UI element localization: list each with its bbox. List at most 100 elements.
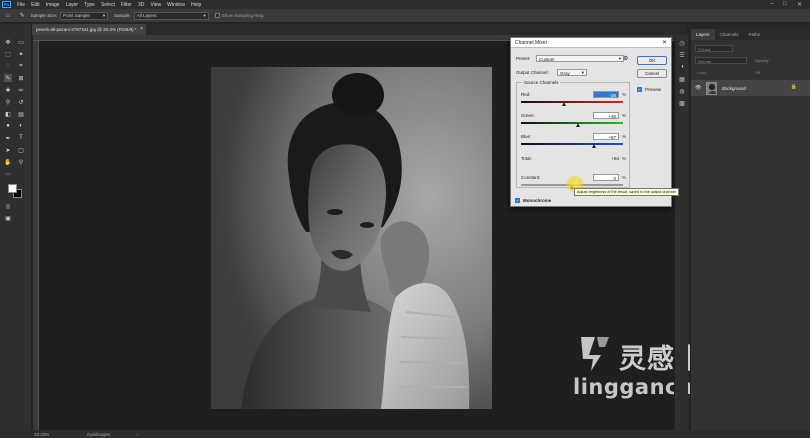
adjustments-panel-icon[interactable]: ◑ <box>678 63 686 71</box>
ok-button[interactable]: OK <box>637 56 667 65</box>
menu-type[interactable]: Type <box>84 2 95 8</box>
preset-value: Custom <box>539 56 555 62</box>
properties-panel-icon[interactable]: ☰ <box>678 51 686 59</box>
menu-window[interactable]: Window <box>167 2 185 8</box>
dodge-tool-icon[interactable]: ◐ <box>17 122 25 130</box>
menu-edit[interactable]: Edit <box>31 2 40 8</box>
magic-wand-tool-icon[interactable]: ✦ <box>17 50 25 58</box>
monochrome-checkbox[interactable]: ✓ <box>515 198 520 203</box>
move-tool-icon[interactable]: ✥ <box>4 38 12 46</box>
lock-icon: 🔒 <box>790 84 797 90</box>
blur-tool-icon[interactable]: ● <box>4 122 12 130</box>
status-arrow-icon[interactable]: › <box>137 432 139 437</box>
menu-select[interactable]: Select <box>101 2 115 8</box>
eyedropper-tool-icon[interactable]: ✎ <box>20 12 25 19</box>
cancel-button[interactable]: Cancel <box>637 69 667 78</box>
green-value-field[interactable]: +26 <box>593 112 619 119</box>
menu-3d[interactable]: 3D <box>138 2 144 8</box>
foreground-color-swatch[interactable] <box>8 184 17 193</box>
eraser-tool-icon[interactable]: ◧ <box>4 110 12 118</box>
green-slider-thumb[interactable] <box>576 123 581 127</box>
crop-tool-icon[interactable]: ⌗ <box>17 62 25 70</box>
minimize-icon[interactable]: – <box>770 1 773 7</box>
chevron-down-icon: ▾ <box>102 12 106 18</box>
close-icon[interactable]: ✕ <box>662 39 667 46</box>
layer-kind-filter[interactable]: ⚲ Kind <box>695 45 733 52</box>
output-channel-select[interactable]: Gray ▾ <box>557 69 587 76</box>
menu-file[interactable]: File <box>17 2 25 8</box>
red-value-field[interactable]: -29 <box>593 91 619 98</box>
green-percent: % <box>622 113 627 118</box>
swatches-panel-icon[interactable]: ▩ <box>678 99 686 107</box>
document-image[interactable] <box>211 67 492 409</box>
blend-mode-select[interactable]: Normal <box>695 57 747 64</box>
libraries-panel-icon[interactable]: ▦ <box>678 75 686 83</box>
shape-tool-icon[interactable]: ▢ <box>17 146 25 154</box>
preset-options-gear-icon[interactable]: ⚙ <box>623 55 628 62</box>
screen-mode-icon[interactable]: ▣ <box>4 214 12 222</box>
quick-mask-icon[interactable]: ◎ <box>4 202 12 210</box>
preview-checkbox[interactable]: ✓ <box>637 87 642 92</box>
maximize-icon[interactable]: □ <box>783 1 787 7</box>
blue-slider-track[interactable] <box>521 143 623 145</box>
constant-tooltip: Adjust brightness of the result, saved t… <box>574 188 679 196</box>
marquee-tool-icon[interactable]: ⬚ <box>4 50 12 58</box>
red-slider-track[interactable] <box>521 101 623 103</box>
document-tab[interactable]: pexels-ali-pazani-2787341.jpg @ 33.3% (R… <box>32 24 146 35</box>
brush-tool-icon[interactable]: ✏ <box>17 86 25 94</box>
menu-view[interactable]: View <box>150 2 161 8</box>
dialog-title: Channel Mixer <box>515 40 548 46</box>
menu-filter[interactable]: Filter <box>121 2 132 8</box>
preset-select[interactable]: Custom ▾ <box>536 55 624 62</box>
status-bar: 33.33% Eyedropper › <box>0 430 810 438</box>
dialog-title-bar[interactable]: Channel Mixer ✕ <box>511 38 671 48</box>
close-window-icon[interactable]: ✕ <box>797 1 802 8</box>
history-panel-icon[interactable]: ◷ <box>678 39 686 47</box>
zoom-tool-icon[interactable]: ⚲ <box>17 158 25 166</box>
chevron-down-icon: ▾ <box>618 56 621 61</box>
sample-size-select[interactable]: Point Sample ▾ <box>60 11 109 20</box>
total-value: +84 <box>611 156 619 161</box>
vertical-ruler[interactable] <box>33 41 39 430</box>
blue-slider-thumb[interactable] <box>591 144 596 148</box>
gradient-tool-icon[interactable]: ▤ <box>17 110 25 118</box>
total-percent: % <box>622 156 627 161</box>
constant-value-field[interactable]: 0 <box>593 174 619 181</box>
green-label: Green: <box>521 113 535 118</box>
artboard-tool-icon[interactable]: ▭ <box>17 38 25 46</box>
lasso-tool-icon[interactable]: ◌ <box>4 62 12 70</box>
fill-label: Fill: <box>755 70 762 75</box>
eyedropper-icon[interactable]: ✎ <box>4 74 12 82</box>
sample-select[interactable]: All Layers ▾ <box>133 11 209 20</box>
green-slider-track[interactable] <box>521 122 623 124</box>
menu-layer[interactable]: Layer <box>66 2 79 8</box>
zoom-level[interactable]: 33.33% <box>34 432 49 437</box>
tab-layers[interactable]: Layers <box>691 29 715 40</box>
healing-brush-icon[interactable]: ✚ <box>4 86 12 94</box>
menu-image[interactable]: Image <box>46 2 60 8</box>
color-panel-icon[interactable]: ◍ <box>678 87 686 95</box>
close-tab-icon[interactable]: × <box>140 26 143 32</box>
frame-tool-icon[interactable]: ⊠ <box>17 74 25 82</box>
home-icon[interactable]: ⌂ <box>6 13 10 19</box>
pen-tool-icon[interactable]: ✒ <box>4 134 12 142</box>
tab-paths[interactable]: Paths <box>744 29 766 40</box>
path-selection-icon[interactable]: ➤ <box>4 146 12 154</box>
tab-channels[interactable]: Channels <box>715 29 744 40</box>
type-tool-icon[interactable]: T <box>17 134 25 142</box>
blue-value-field[interactable]: +87 <box>593 133 619 140</box>
history-brush-icon[interactable]: ↺ <box>17 98 25 106</box>
more-tools-icon[interactable]: ⋯ <box>4 170 12 178</box>
blend-mode-value: Normal <box>698 59 711 64</box>
watermark-logo-icon <box>581 337 609 371</box>
red-slider-thumb[interactable] <box>562 102 567 106</box>
layer-row-background[interactable]: 👁 Background 🔒 <box>691 80 810 96</box>
layers-panel-tabs: Layers Channels Paths <box>691 29 810 40</box>
layer-name: Background <box>722 85 747 91</box>
menu-help[interactable]: Help <box>191 2 201 8</box>
visibility-eye-icon[interactable]: 👁 <box>695 85 703 91</box>
monochrome-label: Monochrome <box>523 198 552 203</box>
hand-tool-icon[interactable]: ✋ <box>4 158 12 166</box>
clone-stamp-icon[interactable]: ⚲ <box>4 98 12 106</box>
show-sampling-ring-checkbox[interactable]: Show Sampling Ring <box>214 13 263 18</box>
